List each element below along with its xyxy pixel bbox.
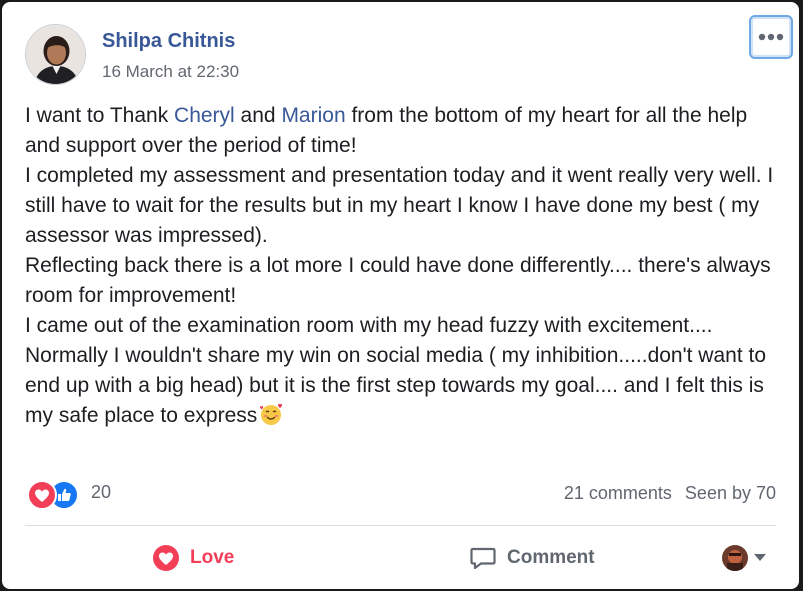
divider bbox=[25, 525, 776, 526]
post-stats: 21 comments Seen by 70 bbox=[564, 483, 776, 504]
comments-count[interactable]: 21 comments bbox=[564, 483, 672, 503]
post-paragraph: Reflecting back there is a lot more I co… bbox=[25, 254, 771, 307]
post-body: I want to Thank Cheryl and Marion from t… bbox=[25, 101, 785, 435]
viewer-avatar bbox=[722, 545, 748, 571]
chevron-down-icon bbox=[754, 554, 766, 561]
more-options-button[interactable] bbox=[749, 15, 793, 59]
post-paragraph: I came out of the examination room with … bbox=[25, 314, 713, 337]
react-as-selector[interactable] bbox=[722, 545, 766, 571]
smiling-face-with-hearts-icon bbox=[259, 402, 283, 435]
love-button[interactable]: Love bbox=[152, 542, 234, 574]
love-reaction-icon bbox=[27, 480, 57, 510]
mention-cheryl[interactable]: Cheryl bbox=[174, 104, 235, 127]
post-paragraph: Normally I wouldn't share my win on soci… bbox=[25, 341, 785, 435]
post-text-segment: I want to Thank bbox=[25, 104, 175, 127]
love-label: Love bbox=[190, 547, 235, 568]
comment-icon bbox=[470, 547, 496, 570]
comment-label: Comment bbox=[507, 547, 595, 568]
post-paragraph: I completed my assessment and presentati… bbox=[25, 164, 774, 247]
post-text-segment: and bbox=[234, 104, 282, 127]
post-timestamp[interactable]: 16 March at 22:30 bbox=[102, 62, 239, 82]
post-text-segment: Normally I wouldn't share my win on soci… bbox=[25, 344, 766, 427]
seen-by-count[interactable]: Seen by 70 bbox=[685, 483, 776, 503]
more-options-icon bbox=[758, 33, 784, 41]
post-card: Shilpa Chitnis 16 March at 22:30 I want … bbox=[2, 2, 799, 589]
mention-marion[interactable]: Marion bbox=[281, 104, 345, 127]
author-name[interactable]: Shilpa Chitnis bbox=[102, 30, 235, 53]
reaction-count[interactable]: 20 bbox=[91, 482, 111, 503]
love-icon bbox=[153, 545, 179, 571]
comment-button[interactable]: Comment bbox=[469, 542, 595, 574]
post-paragraph: I want to Thank Cheryl and Marion from t… bbox=[25, 101, 785, 161]
author-avatar[interactable] bbox=[25, 24, 86, 85]
